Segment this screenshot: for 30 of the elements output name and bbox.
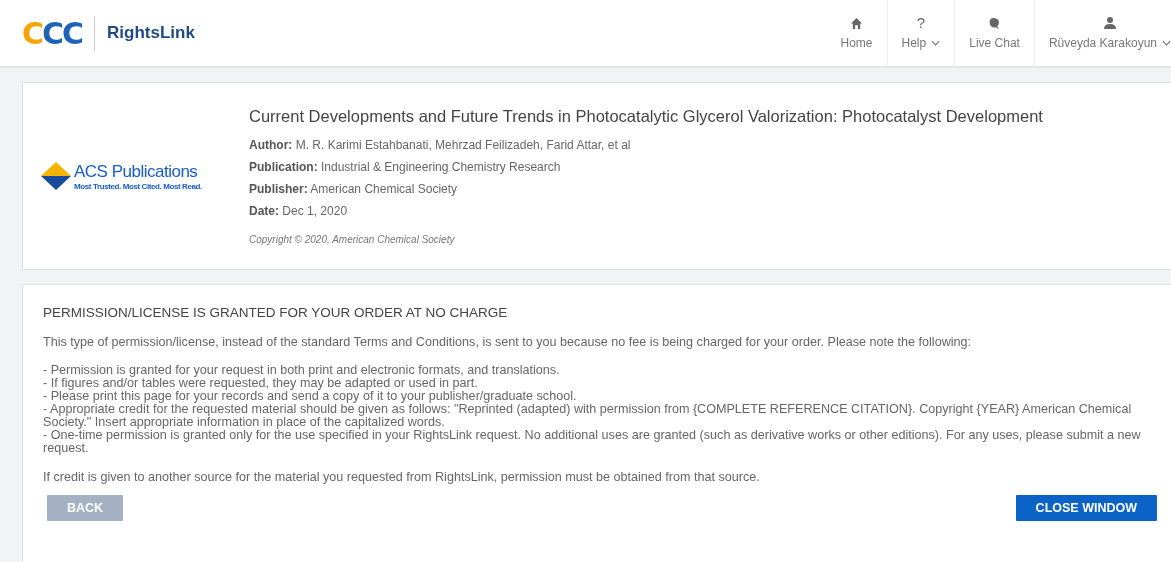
note-text: If credit is given to another source for the material you requested from RightsLink, permission must be obtained from that source. [43, 470, 761, 484]
home-icon [850, 16, 863, 30]
nav-link[interactable]: Rüveyda Karakoyun [1034, 0, 1171, 66]
help-icon: ? [916, 16, 926, 30]
chat-icon [988, 16, 1002, 30]
meta-line: Publication: Industrial & Engineering Chemistry Research [249, 159, 562, 176]
article-title: Current Developments and Future Trends in Photocatalytic Glycerol Valorization: Photocatalyst Development [249, 107, 1043, 126]
terms-item: - Appropriate credit for the requested material should be given as follows: "Reprinted (adapted) with permission from {COMPLETE REFERENCE CITATION}. Copyright {YEAR} American Chemical Society." Insert appropriate information in place of the capitalized words. [43, 403, 1133, 429]
nav-link[interactable]: ? Help [887, 0, 956, 66]
license-heading: PERMISSION/LICENSE IS GRANTED FOR YOUR ORDER AT NO CHARGE [43, 305, 509, 320]
user-icon [1102, 16, 1117, 30]
meta-line: Date: Dec 1, 2020 [249, 203, 349, 220]
nav-link[interactable]: Live Chat [955, 0, 1035, 66]
terms-item: - Permission is granted for your request in both print and electronic formats, and translations. [43, 364, 561, 377]
diamond-logo-icon [41, 162, 71, 190]
caret-icon [1162, 40, 1171, 46]
intro-text: This type of permission/license, instead of the standard Terms and Conditions, is sent to you because no fee is being charged for your order. Please note the following: [43, 335, 973, 349]
publisher-logo-text: ACS Publications [74, 161, 199, 182]
terms-item: - One-time permission is granted only for the use specified in your RightsLink request. No additional uses are granted (such as derivative works or other editions). For any uses, please submit a new request. [43, 429, 1142, 455]
copyright-text: Copyright © 2020, American Chemical Society [249, 234, 456, 245]
publisher-tagline: Most Trusted. Most Cited. Most Read. [74, 181, 202, 191]
logo[interactable]: CCC [22, 15, 96, 51]
product-name: RightsLink [107, 23, 195, 43]
terms-item: - Please print this page for your records and send a copy of it to your publisher/graduate school. [43, 390, 578, 403]
nav-link[interactable]: Home [826, 0, 888, 66]
caret-icon [931, 40, 941, 46]
meta-line: Author: M. R. Karimi Estahbanati, Mehrzad Feilizadeh, Farid Attar, et al [249, 137, 632, 154]
terms-item: - If figures and/or tables were requested, they may be adapted or used in part. [43, 377, 478, 390]
meta-line: Publisher: American Chemical Society [249, 181, 459, 198]
close-window-button[interactable]: CLOSE WINDOW [1015, 495, 1157, 521]
